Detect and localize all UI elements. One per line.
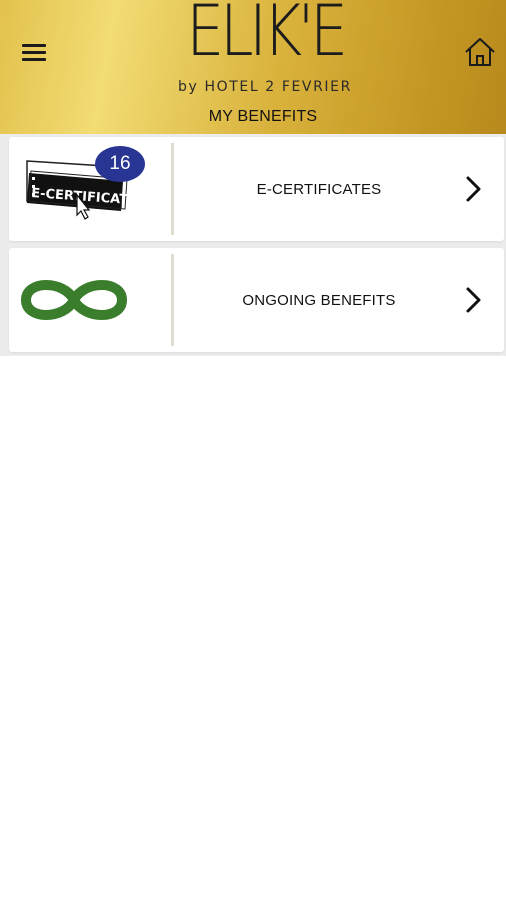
- brand-logo: ELIK'E by HOTEL 2 FEVRIER: [170, 0, 360, 95]
- e-certificates-item[interactable]: E-CERTIFICATE E-CERTIFICATES: [9, 137, 504, 241]
- e-certificate-ticket-icon: E-CERTIFICATE: [9, 137, 169, 241]
- logo-subtitle: by HOTEL 2 FEVRIER: [178, 79, 352, 95]
- home-icon[interactable]: [463, 35, 497, 69]
- chevron-right-icon[interactable]: [461, 286, 485, 314]
- e-certificates-count-badge: 16: [95, 146, 145, 182]
- hamburger-menu-icon[interactable]: [22, 42, 48, 62]
- chevron-right-icon[interactable]: [461, 175, 485, 203]
- ongoing-benefits-label: ONGOING BENEFITS: [242, 291, 396, 309]
- page-title: MY BENEFITS: [208, 108, 318, 125]
- logo-wordmark: ELIK'E: [186, 0, 348, 72]
- e-certificates-label: E-CERTIFICATES: [256, 180, 382, 198]
- infinity-icon: [9, 248, 169, 352]
- app-header: ELIK'E by HOTEL 2 FEVRIER MY BENEFITS: [0, 0, 506, 134]
- ongoing-benefits-item[interactable]: ONGOING BENEFITS: [9, 248, 504, 352]
